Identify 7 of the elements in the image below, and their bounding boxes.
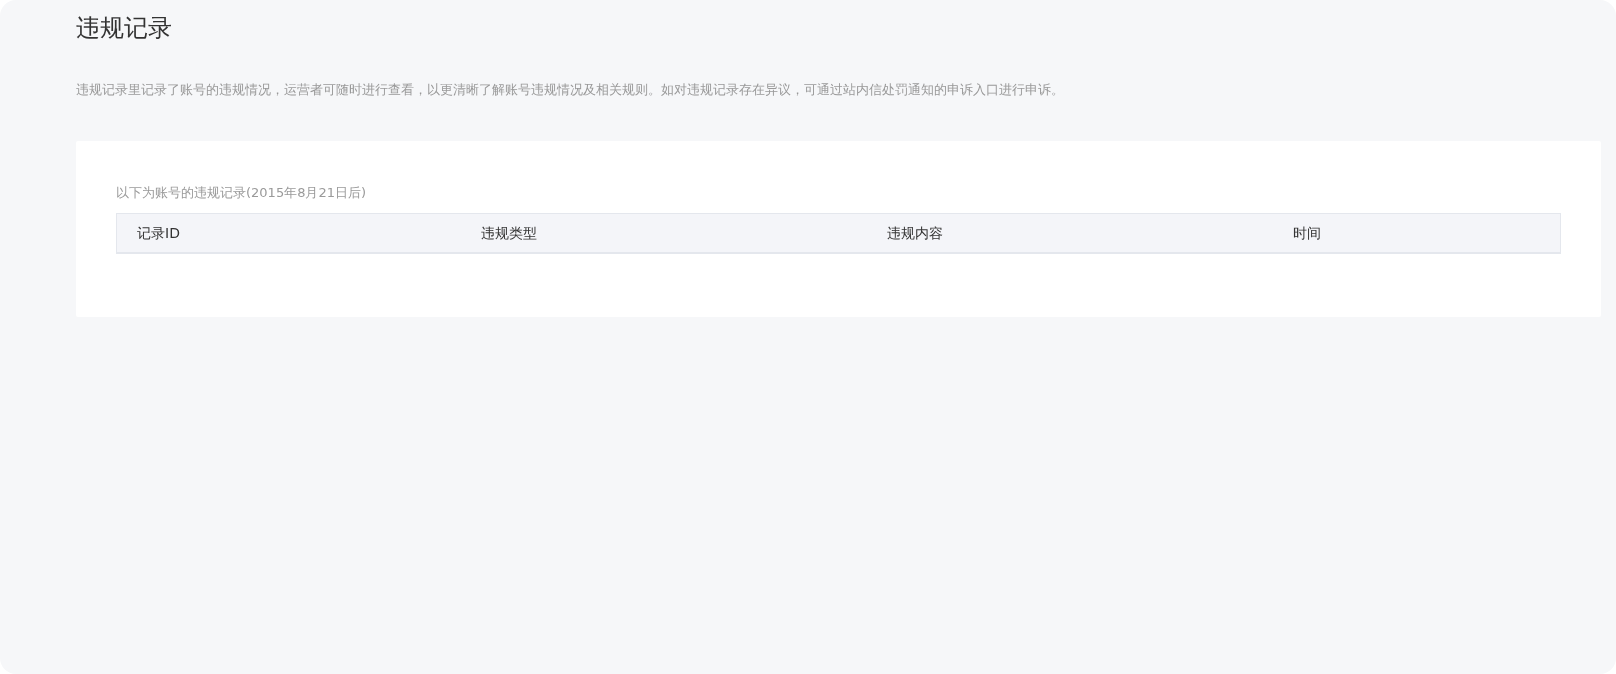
column-header: 时间 <box>1293 225 1321 241</box>
column-header: 违规内容 <box>887 225 943 241</box>
column-header: 违规类型 <box>481 225 537 241</box>
column-header: 记录ID <box>137 225 180 241</box>
page-title: 违规记录 <box>76 13 172 44</box>
description-text: 违规记录里记录了账号的违规情况，运营者可随时进行查看，以更清晰了解账号违规情况及相关规则。如对违规记录存在异议，可通过站内信处罚通知的申诉入口进行申诉。 <box>76 81 1064 99</box>
records-caption: 以下为账号的违规记录(2015年8月21日后) <box>116 184 367 202</box>
